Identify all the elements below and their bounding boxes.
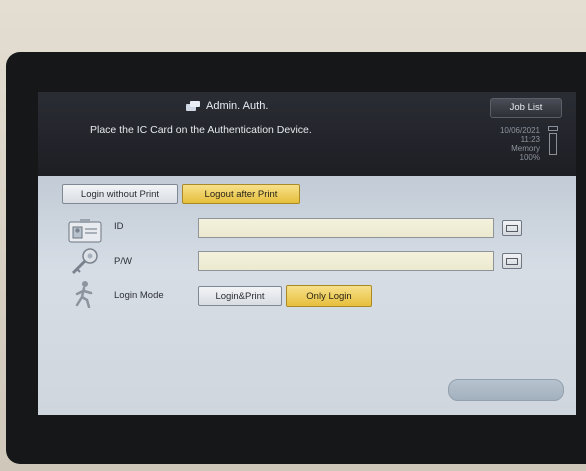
- id-field[interactable]: [198, 218, 494, 238]
- keyboard-icon[interactable]: [502, 220, 522, 236]
- login-without-print-button[interactable]: Login without Print: [62, 184, 178, 204]
- job-list-button[interactable]: Job List: [490, 98, 562, 118]
- touch-screen: Admin. Auth. Place the IC Card on the Au…: [38, 92, 576, 415]
- screen-title: Admin. Auth.: [186, 98, 268, 114]
- person-walking-icon: [75, 281, 93, 308]
- instruction-message: Place the IC Card on the Authentication …: [90, 124, 312, 136]
- login-and-print-button[interactable]: Login&Print: [198, 286, 282, 306]
- only-login-button[interactable]: Only Login: [286, 285, 372, 307]
- memory-gauge-icon: [548, 126, 558, 156]
- pw-label: P/W: [114, 256, 132, 267]
- header-bar: Admin. Auth. Place the IC Card on the Au…: [38, 92, 576, 176]
- key-icon: [71, 248, 98, 275]
- date-text: 10/06/2021: [499, 126, 540, 135]
- user-device-icon: [186, 100, 200, 112]
- id-label: ID: [114, 221, 124, 232]
- memory-label: Memory: [511, 144, 540, 153]
- memory-value: 100%: [519, 153, 540, 162]
- time-text: 11:23: [520, 135, 540, 144]
- ok-button[interactable]: [448, 379, 564, 401]
- login-mode-label: Login Mode: [114, 290, 164, 301]
- keyboard-icon[interactable]: [502, 253, 522, 269]
- pw-field[interactable]: [198, 251, 494, 271]
- auth-panel: Login without Print Logout after Print I…: [38, 176, 576, 415]
- id-card-icon: [68, 219, 102, 243]
- title-text: Admin. Auth.: [206, 100, 269, 112]
- status-readout: 10/06/2021 11:23 Memory 100%: [478, 126, 540, 162]
- logout-after-print-button[interactable]: Logout after Print: [182, 184, 300, 204]
